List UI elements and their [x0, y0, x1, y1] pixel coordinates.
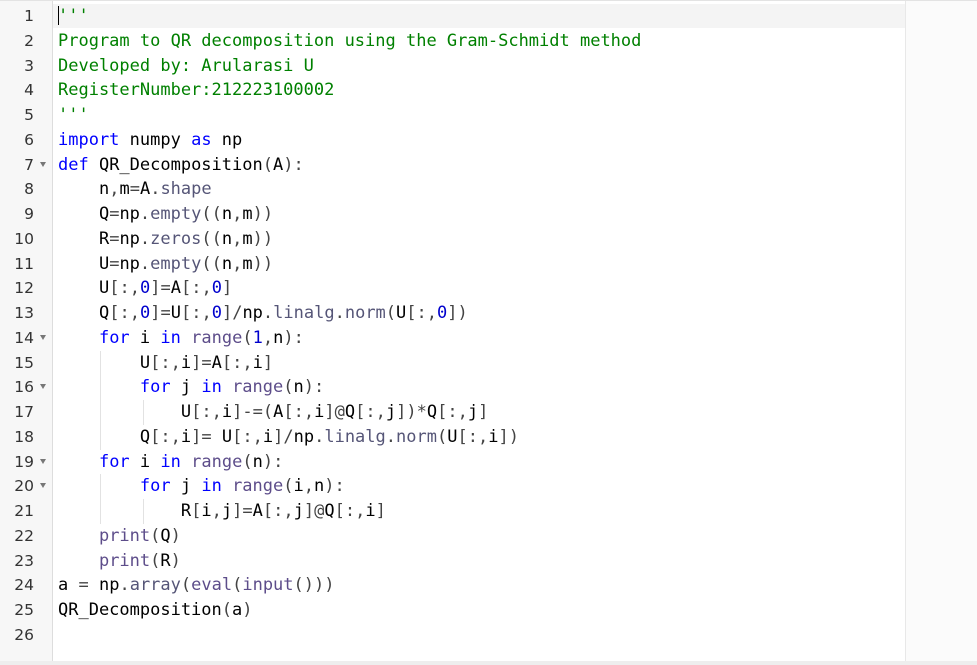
code-line[interactable]: 3 Developed by: Arularasi U — [0, 54, 905, 79]
code-text: Q[:,0]=U[:,0]/np.linalg.norm(U[:,0]) — [58, 303, 468, 323]
line-number: 10 — [14, 229, 34, 248]
code-line[interactable]: 18 Q[:,i]= U[:,i]/np.linalg.norm(U[:,i]) — [0, 424, 905, 450]
code-text: RegisterNumber:212223100002 — [58, 80, 335, 101]
code-text: import numpy as np — [58, 129, 243, 150]
code-text: U[:,i]-=(A[:,i]@Q[:,j])*Q[:,j] — [58, 402, 489, 422]
code-text: a = np.array(eval(input())) — [58, 575, 335, 596]
code-text: Q[:,i]= U[:,i]/np.linalg.norm(U[:,i]) — [58, 426, 519, 447]
line-number: 15 — [14, 353, 34, 372]
code-line[interactable]: 6 import numpy as np — [0, 128, 905, 153]
fold-arrow-icon[interactable] — [40, 384, 46, 390]
code-line[interactable]: 5 ''' — [0, 103, 905, 128]
line-number: 17 — [14, 403, 34, 421]
code-text: print(R) — [98, 550, 181, 571]
indent-guide — [142, 499, 144, 524]
code-text: for j in range(n): — [139, 377, 325, 398]
code-text: n,m=A.shape — [58, 179, 212, 200]
code-text: R=np.zeros((n,m)) — [58, 228, 274, 249]
indent-guide — [100, 424, 102, 450]
line-number: 1 — [24, 7, 34, 25]
code-text: Developed by: Arularasi U — [58, 55, 314, 76]
code-line[interactable]: 7 def QR_Decomposition(A): — [0, 153, 905, 178]
horizontal-scrollbar[interactable] — [0, 661, 977, 665]
code-line[interactable]: 16 for j in range(n): — [0, 375, 905, 400]
code-line[interactable]: 4 RegisterNumber:212223100002 — [0, 78, 905, 103]
line-number: 18 — [14, 427, 34, 446]
line-number: 20 — [14, 477, 34, 496]
line-number: 23 — [14, 551, 34, 570]
line-number: 24 — [14, 576, 34, 595]
indent-guide — [100, 474, 102, 499]
code-line[interactable]: 8 n,m=A.shape — [0, 177, 905, 202]
code-text: for i in range(n): — [98, 451, 284, 472]
indent-guide — [142, 400, 144, 425]
print-margin — [905, 1, 906, 661]
line-number: 4 — [24, 81, 34, 100]
line-number: 16 — [14, 378, 34, 397]
fold-arrow-icon[interactable] — [40, 161, 46, 167]
indent-guide — [100, 499, 102, 524]
line-number: 2 — [24, 31, 34, 50]
code-line[interactable]: 17 U[:,i]-=(A[:,i]@Q[:,j])*Q[:,j] — [0, 400, 905, 425]
line-number: 25 — [14, 601, 34, 619]
line-number: 21 — [14, 502, 34, 520]
code-line[interactable]: 23 print(R) — [0, 549, 905, 574]
code-line[interactable]: 26 — [0, 623, 905, 648]
line-number: 7 — [24, 155, 34, 174]
line-number: 8 — [24, 180, 34, 199]
code-text: ''' — [58, 6, 89, 26]
line-number: 13 — [14, 304, 34, 322]
line-number: 19 — [14, 452, 34, 471]
fold-arrow-icon[interactable] — [40, 458, 46, 464]
code-text: def QR_Decomposition(A): — [58, 154, 304, 175]
code-text: for i in range(1,n): — [98, 327, 304, 348]
code-line[interactable]: 10 R=np.zeros((n,m)) — [0, 227, 905, 252]
code-text: R[i,j]=A[:,j]@Q[:,i] — [58, 501, 386, 521]
code-text: print(Q) — [98, 525, 181, 546]
code-line[interactable]: 11 U=np.empty((n,m)) — [0, 252, 905, 277]
code-line[interactable]: 13 Q[:,0]=U[:,0]/np.linalg.norm(U[:,0]) — [0, 301, 905, 326]
code-line[interactable]: 12 U[:,0]=A[:,0] — [0, 276, 905, 301]
line-number: 3 — [24, 56, 34, 75]
line-number: 5 — [24, 106, 34, 124]
code-text: Q=np.empty((n,m)) — [58, 204, 274, 224]
code-text: U[:,0]=A[:,0] — [58, 278, 233, 299]
code-text: Program to QR decomposition using the Gr… — [58, 30, 642, 51]
code-line[interactable]: 1 ''' — [0, 4, 905, 29]
indent-guide — [100, 400, 102, 425]
line-number: 6 — [24, 130, 34, 149]
indent-guide — [100, 350, 102, 376]
code-line[interactable]: 24 a = np.array(eval(input())) — [0, 573, 905, 598]
fold-arrow-icon[interactable] — [40, 334, 46, 340]
indent-guide — [100, 375, 102, 400]
code-text: U=np.empty((n,m)) — [58, 253, 274, 274]
line-number: 14 — [14, 328, 34, 347]
code-line[interactable]: 19 for i in range(n): — [0, 450, 905, 475]
code-text: U[:,i]=A[:,i] — [58, 352, 274, 373]
code-line[interactable]: 25 QR_Decomposition(a) — [0, 598, 905, 623]
text-cursor — [58, 6, 59, 25]
print-margin-area — [906, 1, 977, 661]
code-line[interactable]: 9 Q=np.empty((n,m)) — [0, 202, 905, 227]
code-line[interactable]: 20 for j in range(i,n): — [0, 474, 905, 499]
code-line[interactable]: 2 Program to QR decomposition using the G… — [0, 29, 905, 54]
line-number: 11 — [14, 254, 34, 273]
code-editor[interactable]: 1 ''' 2 Program to QR decomposition using t… — [0, 0, 977, 665]
code-line[interactable]: 14 for i in range(1,n): — [0, 326, 905, 351]
line-number: 26 — [14, 625, 34, 644]
line-number: 9 — [24, 205, 34, 223]
line-number: 12 — [14, 279, 34, 298]
code-text: QR_Decomposition(a) — [58, 600, 253, 620]
line-number: 22 — [14, 526, 34, 545]
code-line[interactable]: 21 R[i,j]=A[:,j]@Q[:,i] — [0, 499, 905, 524]
code-text: ''' — [58, 105, 89, 125]
code-line[interactable]: 15 U[:,i]=A[:,i] — [0, 350, 905, 376]
fold-arrow-icon[interactable] — [40, 483, 46, 489]
code-line[interactable]: 22 print(Q) — [0, 524, 905, 549]
